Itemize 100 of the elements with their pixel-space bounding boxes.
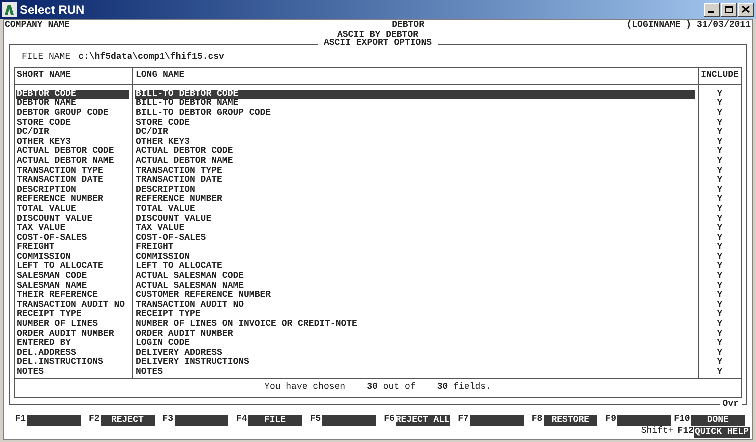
file-name-field[interactable]: c:\hf5data\comp1\fhif15.csv [78,53,224,63]
short-name-cell[interactable]: ENTERED BY [16,339,129,349]
long-name-cell[interactable]: FREIGHT [135,243,695,253]
long-name-cell[interactable]: ACTUAL SALESMAN NAME [135,282,695,292]
long-name-cell[interactable]: BILL-TO DEBTOR GROUP CODE [135,108,695,119]
long-name-cell[interactable]: DELIVERY ADDRESS [135,348,695,358]
long-name-cell[interactable]: TRANSACTION TYPE [135,166,695,176]
short-name-cell[interactable]: ACTUAL DEBTOR NAME [16,156,129,167]
short-name-cell[interactable]: TRANSACTION TYPE [16,166,129,176]
long-name-cell[interactable]: TOTAL VALUE [135,204,695,214]
short-name-cell[interactable]: TRANSACTION AUDIT NO [16,300,129,310]
include-cell[interactable]: Y [699,368,741,378]
short-name-cell[interactable]: TAX VALUE [16,224,129,234]
short-name-cell[interactable]: ACTUAL DEBTOR CODE [16,147,129,157]
include-cell[interactable]: Y [699,300,741,310]
minimize-button[interactable] [704,2,720,16]
long-name-cell[interactable]: TRANSACTION DATE [135,176,695,186]
function-key-button[interactable] [27,414,81,426]
include-cell[interactable]: Y [699,138,741,148]
include-cell[interactable]: Y [699,252,741,262]
short-name-cell[interactable]: DESCRIPTION [16,186,129,196]
long-name-cell[interactable]: COST-OF-SALES [135,234,695,244]
short-name-cell[interactable]: DISCOUNT VALUE [16,214,129,224]
function-key-button[interactable]: FILE [248,414,302,426]
include-cell[interactable]: Y [699,186,741,196]
include-cell[interactable]: Y [699,282,741,292]
long-name-cell[interactable]: DELIVERY INSTRUCTIONS [135,358,695,368]
short-name-cell[interactable]: LEFT TO ALLOCATE [16,262,129,272]
include-cell[interactable]: Y [699,204,741,214]
function-key-button[interactable]: DONE [691,414,746,426]
long-name-cell[interactable]: DC/DIR [135,128,695,138]
long-name-cell[interactable]: NOTES [135,368,695,378]
long-name-cell[interactable]: DISCOUNT VALUE [135,214,695,224]
include-cell[interactable]: Y [699,320,741,330]
include-cell[interactable]: Y [699,291,741,301]
include-cell[interactable]: Y [699,224,741,234]
long-name-cell[interactable]: ACTUAL DEBTOR NAME [135,156,695,167]
long-name-cell[interactable]: RECEIPT TYPE [135,310,695,320]
include-cell[interactable]: Y [699,272,741,282]
short-name-cell[interactable]: SALESMAN NAME [16,282,129,292]
long-name-cell[interactable]: REFERENCE NUMBER [135,195,695,205]
long-name-cell[interactable]: ACTUAL DEBTOR CODE [135,147,695,157]
long-name-cell[interactable]: LEFT TO ALLOCATE [135,262,695,272]
include-cell[interactable]: Y [699,128,741,138]
function-key-button[interactable]: QUICK HELP [694,426,750,438]
short-name-cell[interactable]: SALESMAN CODE [16,272,129,282]
include-cell[interactable]: Y [699,118,741,128]
short-name-cell[interactable]: DEBTOR NAME [16,99,129,109]
short-name-cell[interactable]: DEBTOR GROUP CODE [16,108,129,119]
long-name-cell[interactable]: LOGIN CODE [135,339,695,349]
close-button[interactable] [738,2,754,16]
include-cell[interactable]: Y [699,339,741,349]
short-name-cell[interactable]: TOTAL VALUE [16,204,129,214]
include-cell[interactable]: Y [699,195,741,205]
include-cell[interactable]: Y [699,108,741,119]
short-name-cell[interactable]: STORE CODE [16,118,129,128]
short-name-cell[interactable]: NOTES [16,368,129,378]
short-name-cell[interactable]: FREIGHT [16,243,129,253]
include-cell[interactable]: Y [699,156,741,167]
long-name-cell[interactable]: DESCRIPTION [135,186,695,196]
function-key-button[interactable] [617,414,672,426]
include-cell[interactable]: Y [699,147,741,157]
include-cell[interactable]: Y [699,234,741,244]
short-name-cell[interactable]: COMMISSION [16,252,129,262]
include-cell[interactable]: Y [699,262,741,272]
long-name-cell[interactable]: BILL-TO DEBTOR CODE [135,90,695,100]
include-cell[interactable]: Y [699,358,741,368]
long-name-cell[interactable]: STORE CODE [135,118,695,128]
short-name-cell[interactable]: DEL.INSTRUCTIONS [16,358,129,368]
include-cell[interactable]: Y [699,214,741,224]
short-name-cell[interactable]: REFERENCE NUMBER [16,195,129,205]
include-cell[interactable]: Y [699,90,741,100]
include-cell[interactable]: Y [699,348,741,358]
include-cell[interactable]: Y [699,166,741,176]
long-name-cell[interactable]: BILL-TO DEBTOR NAME [135,99,695,109]
function-key-button[interactable] [470,414,524,426]
short-name-cell[interactable]: DC/DIR [16,128,129,138]
long-name-cell[interactable]: TAX VALUE [135,224,695,234]
long-name-cell[interactable]: CUSTOMER REFERENCE NUMBER [135,291,695,301]
short-name-cell[interactable]: DEBTOR CODE [16,90,129,100]
function-key-button[interactable] [174,414,228,426]
short-name-cell[interactable]: TRANSACTION DATE [16,176,129,186]
include-cell[interactable]: Y [699,310,741,320]
short-name-cell[interactable]: THEIR REFERENCE [16,291,129,301]
short-name-cell[interactable]: OTHER KEY3 [16,138,129,148]
function-key-button[interactable]: RESTORE [544,414,598,426]
long-name-cell[interactable]: OTHER KEY3 [135,138,695,148]
short-name-cell[interactable]: COST-OF-SALES [16,234,129,244]
include-cell[interactable]: Y [699,243,741,253]
function-key-button[interactable]: REJECT ALL [396,414,450,426]
include-cell[interactable]: Y [699,99,741,109]
function-key-button[interactable] [322,414,376,426]
short-name-cell[interactable]: NUMBER OF LINES [16,320,129,330]
maximize-button[interactable] [721,2,737,16]
include-cell[interactable]: Y [699,330,741,340]
long-name-cell[interactable]: TRANSACTION AUDIT NO [135,300,695,310]
long-name-cell[interactable]: ACTUAL SALESMAN CODE [135,272,695,282]
long-name-cell[interactable]: ORDER AUDIT NUMBER [135,330,695,340]
include-cell[interactable]: Y [699,176,741,186]
short-name-cell[interactable]: ORDER AUDIT NUMBER [16,330,129,340]
